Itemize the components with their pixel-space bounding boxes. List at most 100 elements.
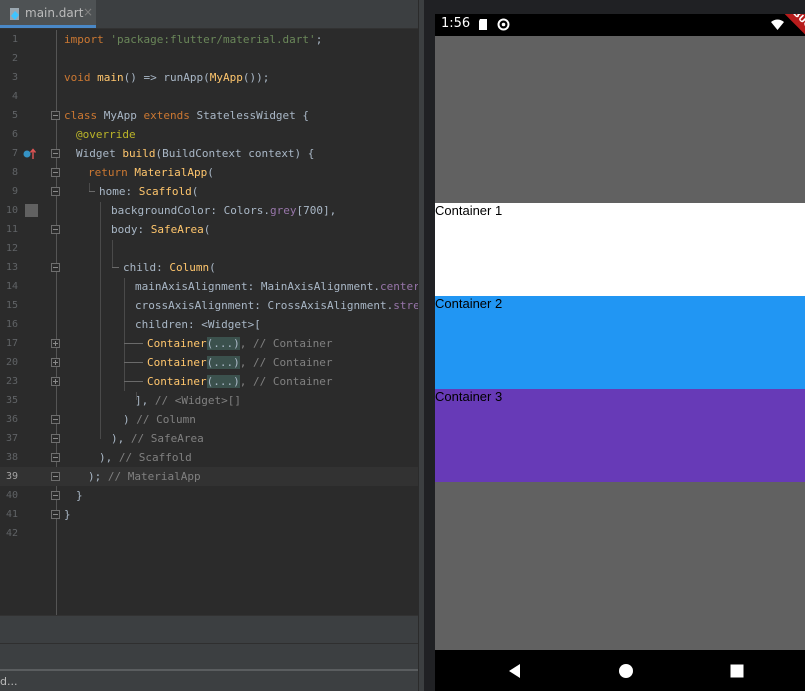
wifi-icon [771,19,784,30]
indent-guide [124,343,143,344]
line-number: 12 [5,243,18,254]
line-number: 11 [5,224,18,235]
line-number: 3 [11,72,18,83]
container-1: Container 1 [435,203,805,296]
code-line: 8 return MaterialApp( [0,163,418,182]
code-line: 37 ), // SafeArea [0,429,418,448]
code-editor[interactable]: main.dart × 1 import 'package:flutter/ma… [0,0,418,691]
status-clock: 1:56 [441,16,471,31]
line-number: 8 [11,167,18,178]
code-line: 6 @override [0,125,418,144]
line-number: 5 [11,110,18,121]
fold-toggle[interactable] [51,168,60,177]
code-line: 14 mainAxisAlignment: MainAxisAlignment.… [0,277,418,296]
code-line: 40 } [0,486,418,505]
line-number: 9 [11,186,18,197]
indent-guide [112,267,119,268]
tab-main-dart[interactable]: main.dart × [0,0,96,28]
emulator-screen[interactable]: 1:56 DEBUG Container 1 Container 2 Conta… [435,14,805,691]
code-line: 20 Container(...), // Container [0,353,418,372]
line-number: 39 [5,471,18,482]
code-line: 17 Container(...), // Container [0,334,418,353]
code-line: 35 ], // <Widget>[] [0,391,418,410]
fold-toggle[interactable] [51,453,60,462]
close-icon[interactable]: × [83,5,93,19]
fold-toggle[interactable] [51,472,60,481]
editor-panel-strip [0,615,418,643]
indent-guide [124,278,125,391]
fold-toggle[interactable] [51,491,60,500]
code-line: 42 [0,524,418,543]
folded-code-placeholder[interactable]: (...) [206,337,240,350]
fold-toggle[interactable] [51,434,60,443]
line-number: 10 [5,205,18,216]
code-line: 15 crossAxisAlignment: CrossAxisAlignmen… [0,296,418,315]
back-icon[interactable] [505,661,525,681]
home-icon[interactable] [616,661,636,681]
line-number: 7 [11,148,18,159]
indent-guide [124,381,143,382]
line-number: 6 [11,129,18,140]
recents-icon[interactable] [727,661,747,681]
line-number: 20 [5,357,18,368]
fold-toggle[interactable] [51,225,60,234]
folded-code-placeholder[interactable]: (...) [206,375,240,388]
container-label: Container 3 [435,389,503,404]
code-line: 16 children: <Widget>[ [0,315,418,334]
dart-file-icon [10,8,19,20]
code-line: 5 class MyApp extends StatelessWidget { [0,106,418,125]
tab-label: main.dart [25,6,84,20]
container-3: Container 3 [435,389,805,482]
code-line-current: 39 ); // MaterialApp [0,467,418,486]
indent-guide [112,240,113,268]
code-line: 38 ), // Scaffold [0,448,418,467]
code-area[interactable]: 1 import 'package:flutter/material.dart'… [0,30,418,615]
indent-guide [124,362,143,363]
line-number: 36 [5,414,18,425]
fold-toggle[interactable] [51,263,60,272]
line-number: 42 [5,528,18,539]
indent-guide [89,191,95,192]
android-status-bar: 1:56 DEBUG [435,14,805,49]
code-line: 7 Widget build(BuildContext context) { [0,144,418,163]
code-line: 12 [0,239,418,258]
fold-toggle[interactable] [51,149,60,158]
code-line: 41 } [0,505,418,524]
sd-card-icon [479,19,487,30]
fold-toggle[interactable] [51,415,60,424]
container-2: Container 2 [435,296,805,389]
line-number: 41 [5,509,18,520]
folded-code-placeholder[interactable]: (...) [206,356,240,369]
code-line: 10 backgroundColor: Colors.grey[700], [0,201,418,220]
line-number: 4 [11,91,18,102]
fold-toggle[interactable] [51,339,60,348]
line-number: 2 [11,53,18,64]
code-line: 3 void main() => runApp(MyApp()); [0,68,418,87]
line-number: 35 [5,395,18,406]
line-number: 40 [5,490,18,501]
code-line: 11 body: SafeArea( [0,220,418,239]
override-gutter-icon[interactable] [23,148,37,160]
line-number: 38 [5,452,18,463]
line-number: 37 [5,433,18,444]
editor-tab-bar: main.dart × [0,0,418,29]
line-number: 23 [5,376,18,387]
color-swatch-icon[interactable] [25,204,38,217]
line-number: 14 [5,281,18,292]
fold-toggle[interactable] [51,358,60,367]
indent-guide [100,202,101,439]
editor-panel-strip [0,643,418,670]
line-number: 13 [5,262,18,273]
fold-toggle[interactable] [51,187,60,196]
line-number: 17 [5,338,18,349]
fold-toggle[interactable] [51,377,60,386]
code-line: 4 [0,87,418,106]
fold-toggle[interactable] [51,111,60,120]
code-line: 13 child: Column( [0,258,418,277]
line-number: 15 [5,300,18,311]
code-line: 2 [0,49,418,68]
debug-banner: DEBUG [763,14,805,49]
fold-toggle[interactable] [51,510,60,519]
line-number: 1 [11,34,18,45]
container-label: Container 2 [435,296,503,311]
